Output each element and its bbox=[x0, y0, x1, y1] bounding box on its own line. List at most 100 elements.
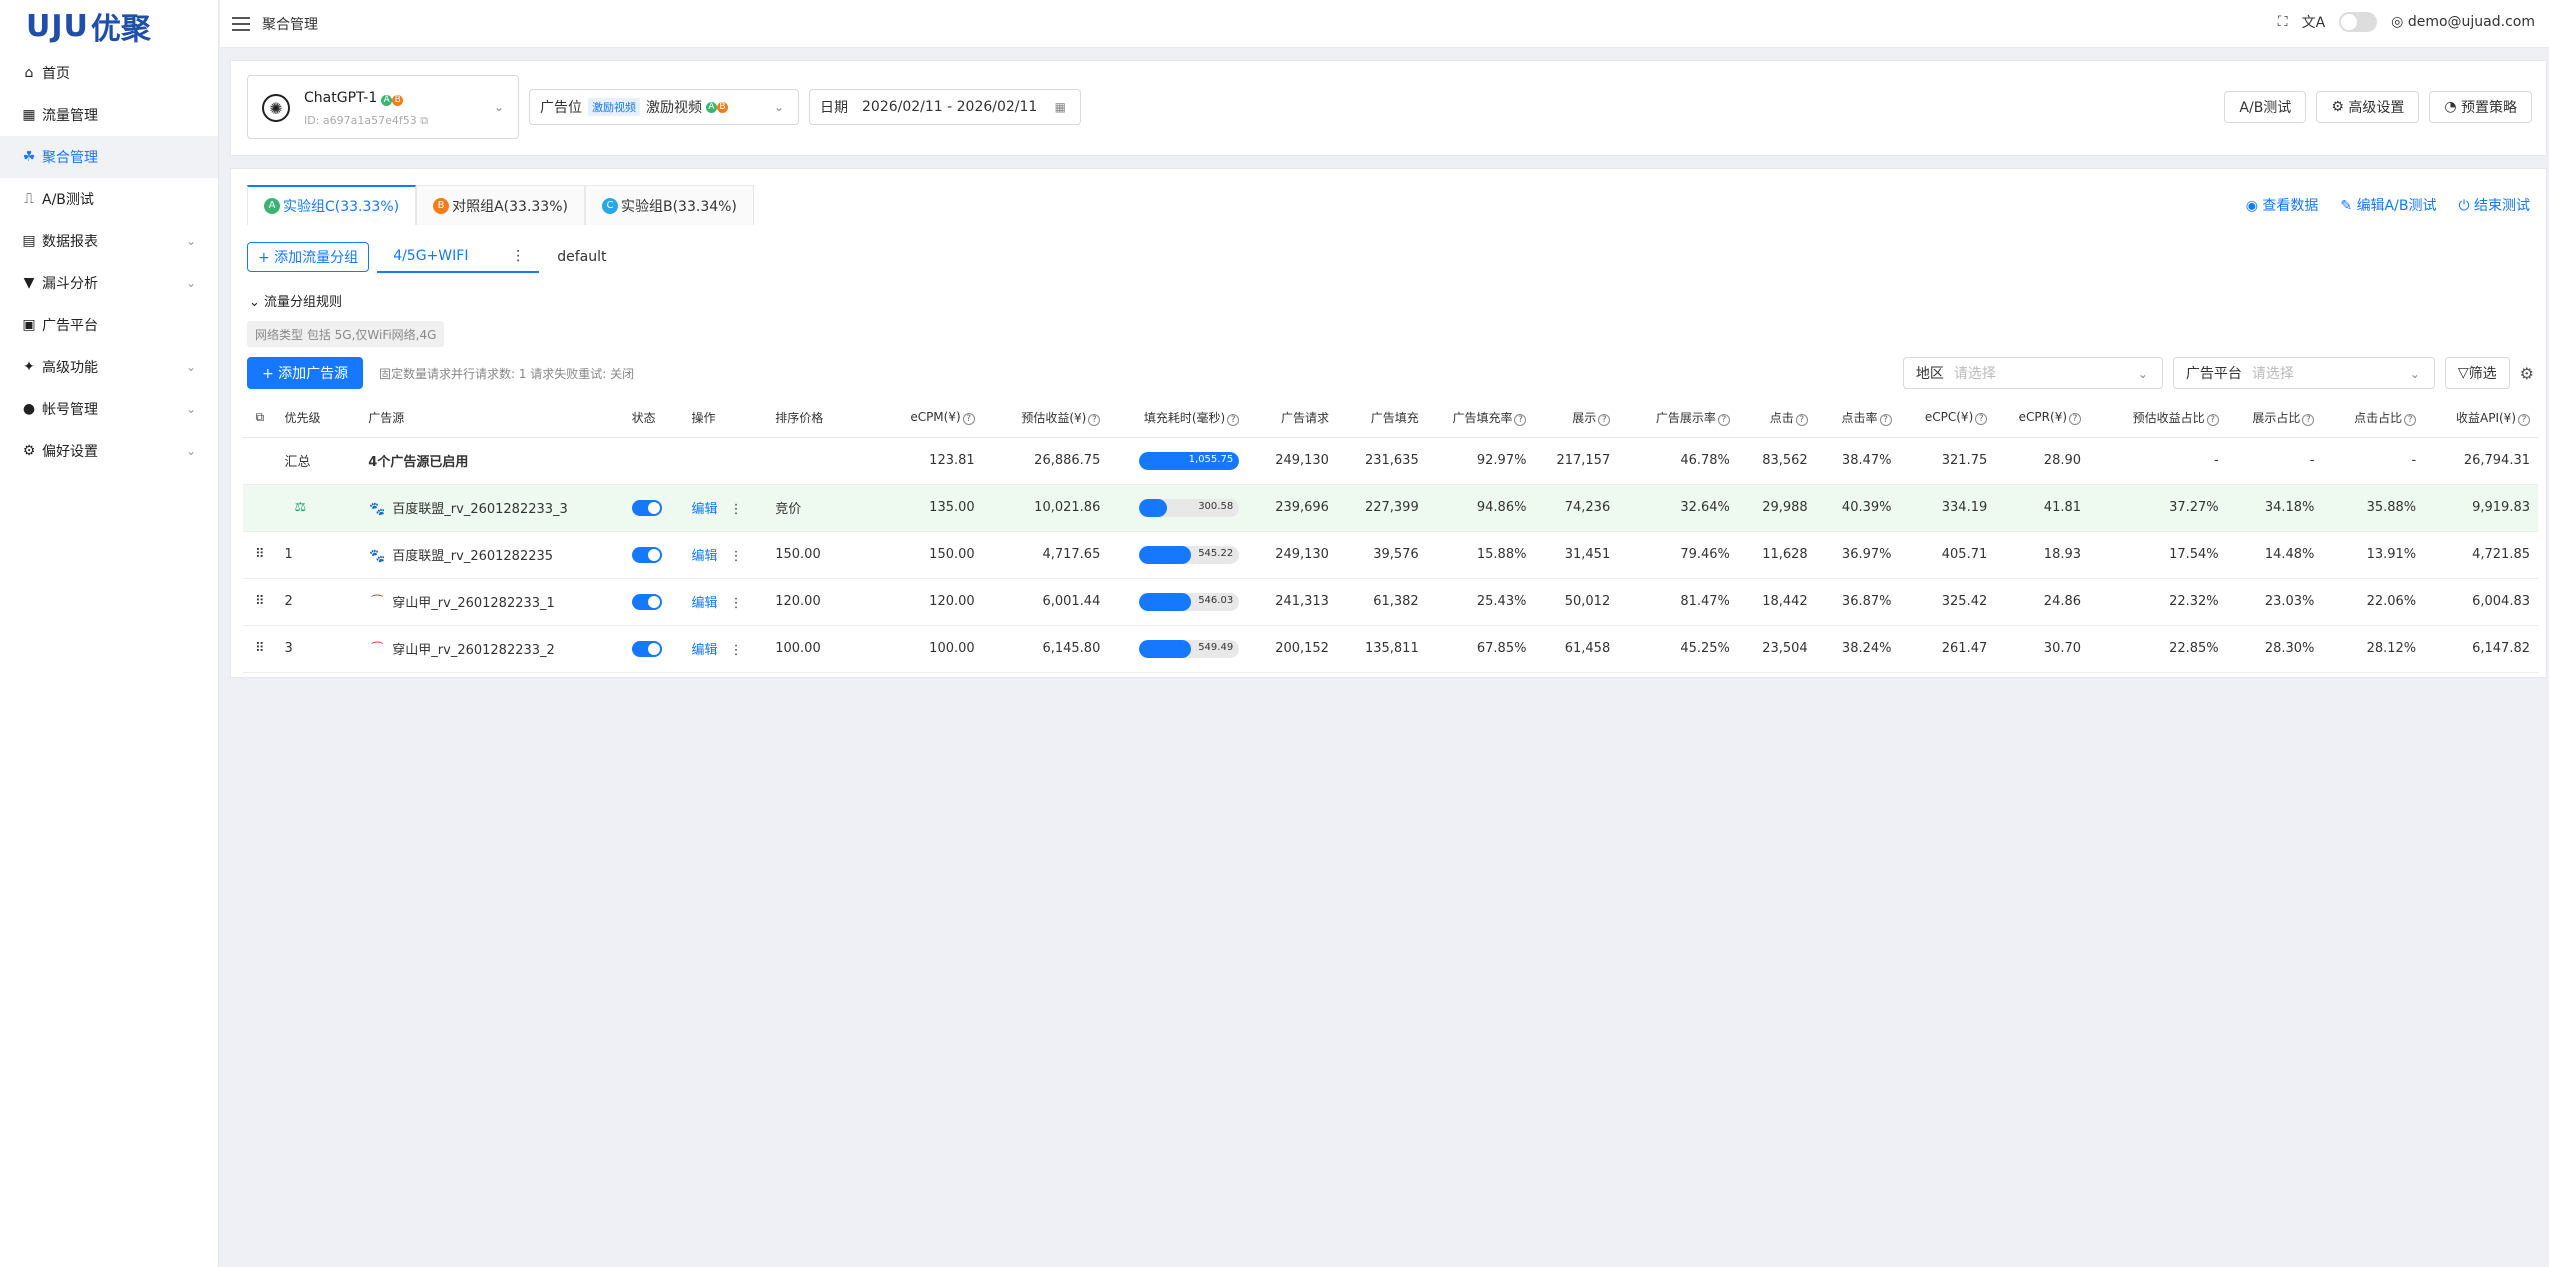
sidebar-item-label: 高级功能 bbox=[42, 360, 98, 376]
traffic-rule-header[interactable]: ⌄ 流量分组规则 bbox=[249, 291, 342, 310]
help-icon[interactable]: ? bbox=[2206, 414, 2219, 427]
theme-toggle[interactable] bbox=[2339, 12, 2378, 32]
menu-toggle-icon[interactable] bbox=[232, 16, 250, 31]
experiment-tab-1[interactable]: B 对照组A(33.33%) bbox=[416, 185, 585, 225]
status-toggle[interactable] bbox=[631, 640, 662, 657]
group-badge-icon: A bbox=[264, 198, 280, 214]
user-menu[interactable]: ◎ demo@ujuad.com bbox=[2391, 14, 2535, 30]
drag-handle-icon[interactable]: ⠿ bbox=[243, 625, 277, 673]
cluster-icon: ☘ bbox=[22, 149, 36, 165]
help-icon[interactable]: ? bbox=[1514, 414, 1527, 427]
view-data-link[interactable]: ◉ 查看数据 bbox=[2246, 195, 2319, 215]
end-test-label: 结束测试 bbox=[2474, 198, 2530, 214]
more-icon[interactable]: ⋮ bbox=[725, 596, 743, 611]
app-selector[interactable]: ✺ ChatGPT-1 A B ID: a697a1a57e4f53 ⧉ ⌄ bbox=[247, 75, 519, 139]
drag-handle-icon[interactable]: ⠿ bbox=[243, 531, 277, 579]
translate-icon[interactable]: 文A bbox=[2302, 12, 2326, 32]
help-icon[interactable]: ? bbox=[1717, 414, 1730, 427]
copy-icon[interactable]: ⧉ bbox=[420, 114, 428, 127]
date-range-picker[interactable]: 日期 2026/02/11 - 2026/02/11 ▦ bbox=[809, 89, 1081, 125]
settings-gear-icon[interactable]: ⚙ bbox=[2520, 364, 2534, 383]
help-icon[interactable]: ? bbox=[2404, 414, 2417, 427]
eye-icon: ◉ bbox=[2245, 198, 2263, 214]
help-icon[interactable]: ? bbox=[2069, 413, 2082, 426]
end-test-link[interactable]: ⏻ 结束测试 bbox=[2458, 195, 2530, 215]
chevron-down-icon: ⌄ bbox=[185, 276, 196, 290]
column-header-label: 广告填充 bbox=[1370, 411, 1419, 426]
ab-test-button[interactable]: A/B测试 bbox=[2224, 91, 2307, 123]
help-icon[interactable]: ? bbox=[962, 413, 975, 426]
adpos-selector[interactable]: 广告位 激励视频 激励视频 AB ⌄ bbox=[529, 89, 799, 125]
summary-ecpm: 123.81 bbox=[874, 437, 983, 485]
group-tab-default[interactable]: default bbox=[557, 249, 606, 265]
select-all-icon[interactable]: ⧉ bbox=[243, 399, 277, 438]
fill-time-cell: 300.58 bbox=[1108, 484, 1248, 532]
more-icon[interactable]: ⋮ bbox=[725, 502, 743, 517]
fullscreen-icon[interactable]: ⛶ bbox=[2278, 14, 2288, 30]
power-icon: ⏻ bbox=[2458, 198, 2474, 214]
sidebar-item-5[interactable]: ▼ 漏斗分析 ⌄ bbox=[0, 262, 218, 304]
advanced-settings-button[interactable]: ⚙ 高级设置 bbox=[2316, 91, 2420, 123]
help-icon[interactable]: ? bbox=[1795, 414, 1808, 427]
status-toggle[interactable] bbox=[631, 593, 662, 610]
region-select[interactable]: 地区 请选择 ⌄ bbox=[1902, 357, 2163, 389]
empty-cell bbox=[767, 437, 875, 485]
sidebar-item-9[interactable]: ⚙ 偏好设置 ⌄ bbox=[0, 430, 218, 472]
impressions-cell: 74,236 bbox=[1534, 484, 1619, 532]
experiment-tab-0[interactable]: A 实验组C(33.33%) bbox=[247, 185, 417, 225]
fill-time-cell: 1,055.75 bbox=[1108, 437, 1248, 485]
column-header-label: eCPR(¥) bbox=[2018, 410, 2068, 425]
chevron-down-icon: ⌄ bbox=[185, 444, 196, 458]
sidebar-item-8[interactable]: ● 帐号管理 ⌄ bbox=[0, 388, 218, 430]
action-cell: 编辑 ⋮ bbox=[683, 625, 768, 673]
drag-handle-icon[interactable]: ⠿ bbox=[243, 578, 277, 626]
chevron-down-icon: ⌄ bbox=[773, 100, 784, 114]
sidebar-item-3[interactable]: ⎍ A/B测试 bbox=[0, 178, 218, 220]
help-icon[interactable]: ? bbox=[1598, 414, 1611, 427]
adpos-label: 广告位 bbox=[540, 100, 582, 116]
help-icon[interactable]: ? bbox=[1227, 414, 1240, 427]
summary-impressions: 217,157 bbox=[1534, 437, 1619, 485]
experiment-tab-2[interactable]: C 实验组B(33.34%) bbox=[584, 185, 754, 225]
edit-link[interactable]: 编辑 bbox=[691, 596, 717, 611]
edit-link[interactable]: 编辑 bbox=[691, 502, 717, 517]
group-tab-active[interactable]: 4/5G+WIFI ⋮ bbox=[377, 241, 540, 273]
edit-ab-link[interactable]: ✎ 编辑A/B测试 bbox=[2340, 195, 2436, 215]
more-icon[interactable]: ⋮ bbox=[725, 549, 743, 564]
sidebar-item-6[interactable]: ▣ 广告平台 bbox=[0, 304, 218, 346]
status-toggle[interactable] bbox=[631, 499, 662, 516]
preset-strategy-button[interactable]: ◔ 预置策略 bbox=[2429, 91, 2532, 123]
sidebar-item-4[interactable]: ▤ 数据报表 ⌄ bbox=[0, 220, 218, 262]
brand-logo[interactable]: UJU 优聚 bbox=[0, 0, 218, 52]
more-icon[interactable]: ⋮ bbox=[511, 248, 525, 264]
column-header-label: 预估收益(¥) bbox=[1021, 411, 1087, 426]
sidebar-item-1[interactable]: ▦ 流量管理 bbox=[0, 94, 218, 136]
help-icon[interactable]: ? bbox=[2302, 414, 2315, 427]
edit-link[interactable]: 编辑 bbox=[691, 549, 717, 564]
add-ad-source-button[interactable]: + 添加广告源 bbox=[247, 357, 364, 389]
sidebar-item-7[interactable]: ✦ 高级功能 ⌄ bbox=[0, 346, 218, 388]
table-body: 汇总 4个广告源已启用 123.81 26,886.75 1,055.75 249,130… bbox=[243, 437, 2538, 673]
help-icon[interactable]: ? bbox=[1088, 414, 1101, 427]
filter-button[interactable]: ▽ 筛选 bbox=[2444, 357, 2510, 389]
column-header: 点击率? bbox=[1815, 399, 1900, 438]
sidebar-item-0[interactable]: ⌂ 首页 bbox=[0, 52, 218, 94]
more-icon[interactable]: ⋮ bbox=[725, 643, 743, 658]
summary-clicks: 83,562 bbox=[1737, 437, 1816, 485]
summary-row: 汇总 4个广告源已启用 123.81 26,886.75 1,055.75 249,130… bbox=[243, 437, 2538, 485]
add-traffic-group-button[interactable]: + 添加流量分组 bbox=[247, 242, 370, 272]
help-icon[interactable]: ? bbox=[1879, 414, 1892, 427]
ctr-cell: 40.39% bbox=[1815, 484, 1900, 532]
sidebar-item-label: 聚合管理 bbox=[42, 150, 98, 166]
column-header-label: 广告展示率 bbox=[1655, 411, 1716, 426]
sidebar-item-2[interactable]: ☘ 聚合管理 bbox=[0, 136, 218, 178]
edit-link[interactable]: 编辑 bbox=[691, 643, 717, 658]
group-badge-icon: C bbox=[601, 197, 618, 214]
column-header-label: 优先级 bbox=[284, 411, 321, 426]
status-toggle[interactable] bbox=[631, 546, 662, 563]
help-icon[interactable]: ? bbox=[1975, 413, 1988, 426]
help-icon[interactable]: ? bbox=[2518, 414, 2530, 427]
table-header: ⧉ 优先级 广告源 状态 操作 排序价格 eCPM(¥)? 预估收益(¥)? 填充耗时(毫秒)?… bbox=[243, 399, 2538, 438]
platform-select[interactable]: 广告平台 请选择 ⌄ bbox=[2172, 357, 2435, 389]
column-header: 优先级 bbox=[276, 399, 361, 438]
